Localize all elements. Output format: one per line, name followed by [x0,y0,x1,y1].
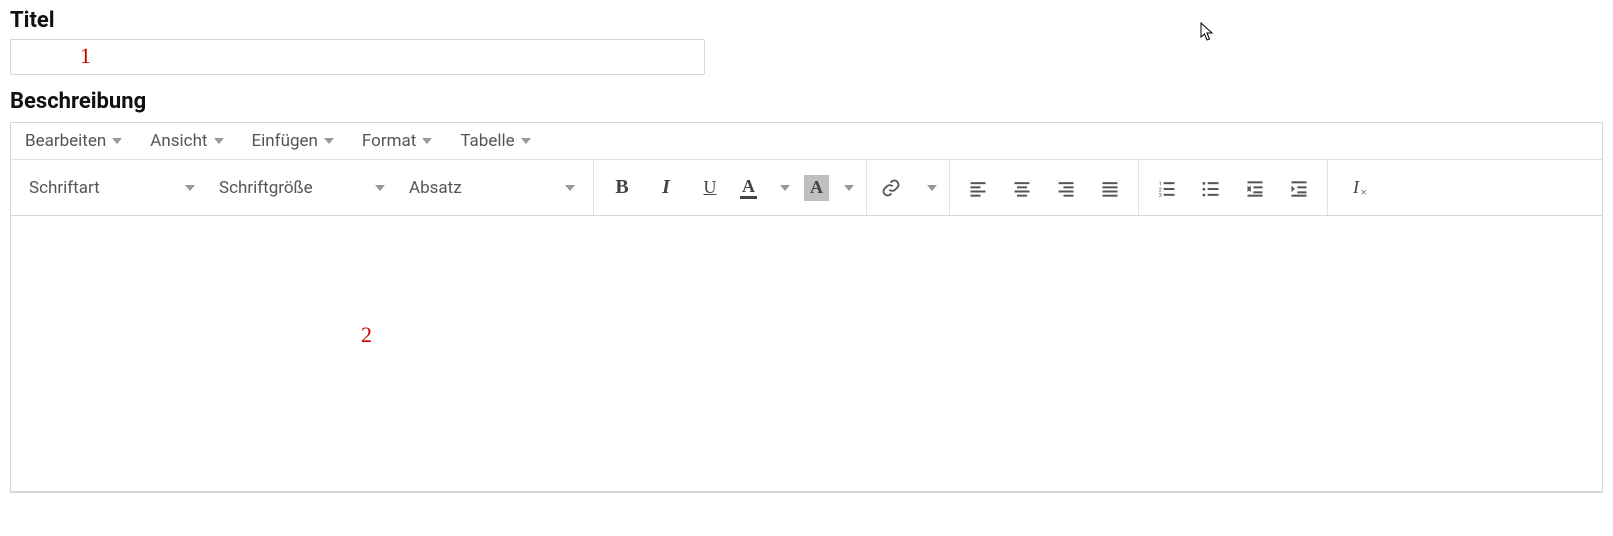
toolbar-group-lists: 1 2 3 [1139,160,1328,215]
menu-view-label: Ansicht [150,131,207,151]
menu-format-label: Format [362,131,416,151]
align-center-button[interactable] [1000,166,1044,210]
chevron-down-icon [780,185,790,191]
font-size-label: Schriftgröße [219,178,313,198]
align-right-button[interactable] [1044,166,1088,210]
italic-icon: I [662,176,670,199]
align-left-icon [968,178,988,198]
align-right-icon [1056,178,1076,198]
font-size-select[interactable]: Schriftgröße [207,178,397,198]
text-color-icon: A [740,177,757,199]
chevron-down-icon [422,138,432,144]
bullet-list-button[interactable] [1189,166,1233,210]
font-family-select[interactable]: Schriftart [17,178,207,198]
toolbar-group-link [867,160,950,215]
block-format-label: Absatz [409,178,462,198]
block-format-select[interactable]: Absatz [397,178,587,198]
description-label: Beschreibung [10,89,1603,114]
toolbar-group-clear: I× [1328,160,1384,215]
font-family-label: Schriftart [29,178,100,198]
rich-text-editor: Bearbeiten Ansicht Einfügen Format Tabel… [10,122,1603,493]
bold-icon: B [615,176,628,199]
numbered-list-button[interactable]: 1 2 3 [1145,166,1189,210]
outdent-icon [1245,178,1265,198]
editor-toolbar: Schriftart Schriftgröße Absatz B I U [11,160,1602,216]
menu-edit-label: Bearbeiten [25,131,106,151]
menu-edit[interactable]: Bearbeiten [25,131,122,151]
title-input[interactable] [10,39,705,75]
bullet-list-icon [1201,178,1221,198]
underline-icon: U [704,177,717,198]
menu-insert-label: Einfügen [252,131,318,151]
indent-icon [1289,178,1309,198]
menu-table[interactable]: Tabelle [460,131,530,151]
chevron-down-icon [375,185,385,191]
chevron-down-icon [844,185,854,191]
toolbar-group-align [950,160,1139,215]
background-color-icon: A [808,178,825,197]
align-justify-icon [1100,178,1120,198]
menu-table-label: Tabelle [460,131,514,151]
menu-insert[interactable]: Einfügen [252,131,334,151]
chevron-down-icon [521,138,531,144]
editor-content-area[interactable]: 2 [11,216,1602,492]
toolbar-group-textstyle: B I U A A [594,160,867,215]
annotation-2: 2 [361,322,372,348]
italic-button[interactable]: I [644,166,688,210]
chevron-down-icon [112,138,122,144]
text-color-button[interactable]: A [732,166,796,210]
align-left-button[interactable] [956,166,1000,210]
clear-formatting-button[interactable]: I× [1334,166,1378,210]
menu-view[interactable]: Ansicht [150,131,223,151]
chevron-down-icon [565,185,575,191]
chevron-down-icon [214,138,224,144]
chevron-down-icon [927,185,937,191]
clear-formatting-icon: I× [1353,177,1359,198]
title-label: Titel [10,8,1603,33]
numbered-list-icon: 1 2 3 [1157,178,1177,198]
align-justify-button[interactable] [1088,166,1132,210]
menu-format[interactable]: Format [362,131,432,151]
chevron-down-icon [324,138,334,144]
toolbar-group-selectors: Schriftart Schriftgröße Absatz [11,160,594,215]
insert-link-button[interactable] [873,166,943,210]
align-center-icon [1012,178,1032,198]
svg-text:3: 3 [1159,193,1162,198]
editor-menubar: Bearbeiten Ansicht Einfügen Format Tabel… [11,123,1602,160]
outdent-button[interactable] [1233,166,1277,210]
link-icon [881,178,901,198]
background-color-button[interactable]: A [796,166,860,210]
bold-button[interactable]: B [600,166,644,210]
underline-button[interactable]: U [688,166,732,210]
chevron-down-icon [185,185,195,191]
indent-button[interactable] [1277,166,1321,210]
